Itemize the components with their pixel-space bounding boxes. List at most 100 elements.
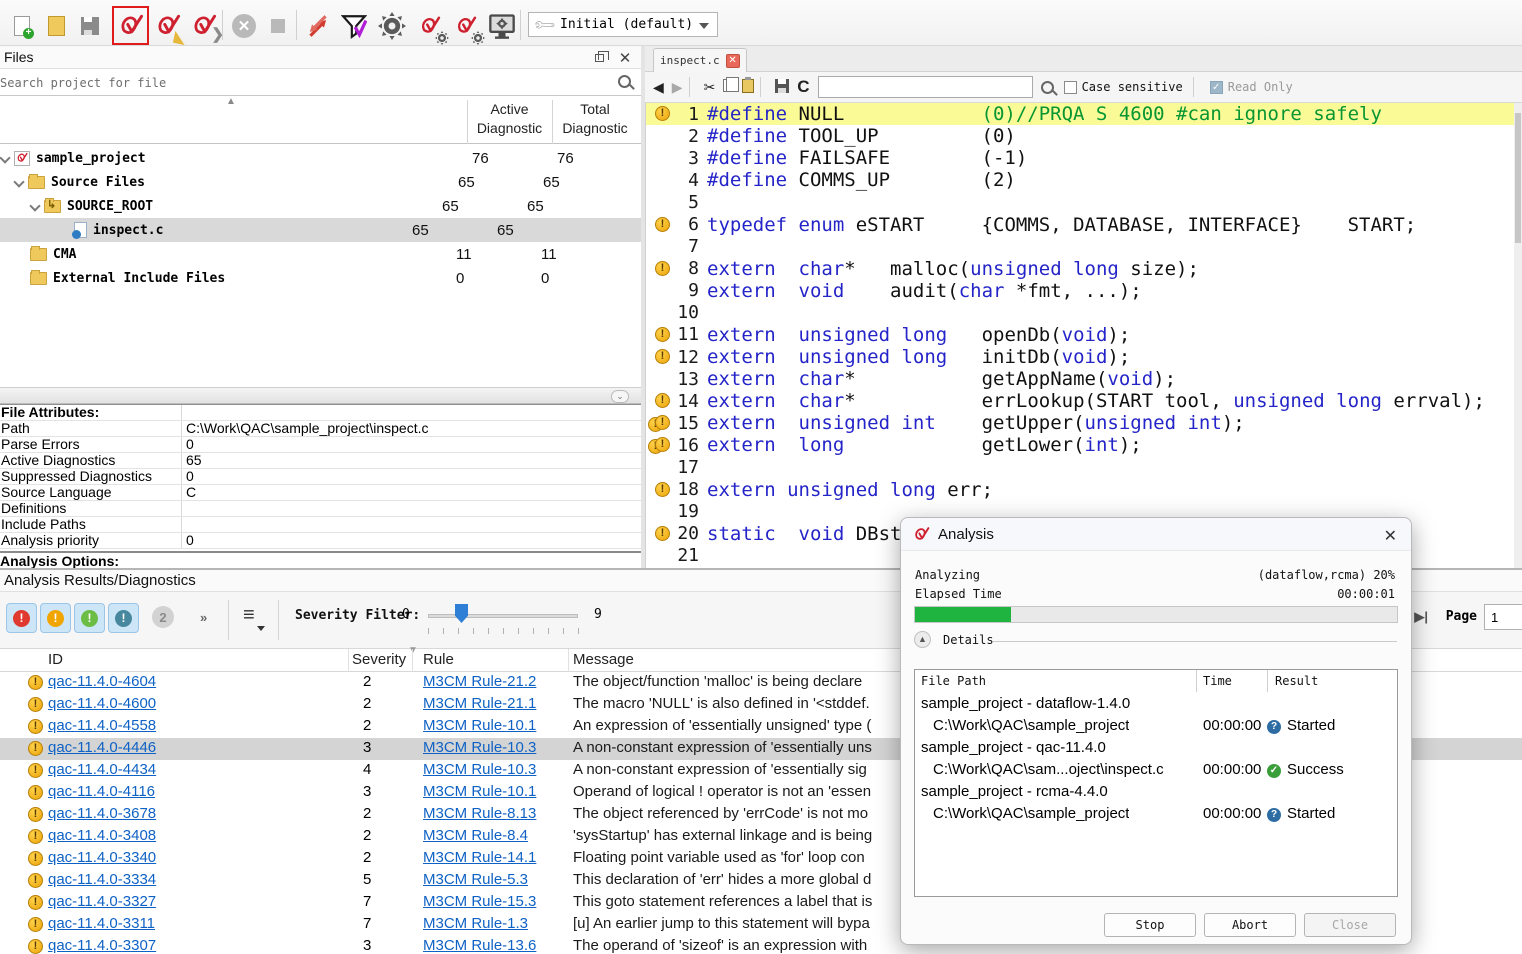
- close-panel-icon[interactable]: ✕: [617, 50, 633, 66]
- collapse-section-icon[interactable]: ⌄: [611, 390, 629, 403]
- diagnostic-warning-icon[interactable]: !: [646, 479, 673, 501]
- code-line-17[interactable]: 17: [646, 457, 1522, 479]
- clean-analyze-icon[interactable]: [152, 9, 184, 43]
- rule-link[interactable]: M3CM Rule-1.3: [423, 915, 565, 932]
- sync-icon[interactable]: [302, 9, 334, 43]
- code-line-9[interactable]: 9extern void audit(char *fmt, ...);: [646, 280, 1522, 302]
- analysis-gear-icon[interactable]: [414, 9, 446, 43]
- diagnostic-warning-icon[interactable]: !: [646, 390, 673, 412]
- rule-link[interactable]: M3CM Rule-21.1: [423, 695, 565, 712]
- diagnostic-id-link[interactable]: qac-11.4.0-4434: [48, 761, 348, 778]
- code-line-6[interactable]: !6typedef enum eSTART {COMMS, DATABASE, …: [646, 213, 1522, 235]
- diagnostic-warning-icon[interactable]: !!: [646, 412, 673, 434]
- diagnostic-id-link[interactable]: qac-11.4.0-3327: [48, 893, 348, 910]
- paste-icon[interactable]: [742, 79, 754, 96]
- panel-splitter[interactable]: ⌄: [0, 387, 641, 404]
- copy-icon[interactable]: [723, 79, 734, 95]
- details-group-row[interactable]: sample_project - qac-11.4.0: [915, 738, 1397, 760]
- column-active-diagnostics[interactable]: Active Diagnostic: [467, 100, 551, 148]
- code-area[interactable]: !1#define NULL (0)//PRQA S 4600 #can ign…: [645, 103, 1522, 568]
- column-severity[interactable]: Severity: [352, 651, 407, 671]
- attribute-value[interactable]: C:\Work\QAC\sample_project\inspect.c: [182, 421, 641, 436]
- save-icon[interactable]: [74, 9, 106, 43]
- diagnostic-id-link[interactable]: qac-11.4.0-3678: [48, 805, 348, 822]
- attribute-value[interactable]: 0: [182, 469, 641, 484]
- tree-item-sample-project[interactable]: sample_project7676: [0, 146, 641, 170]
- attribute-value[interactable]: [182, 501, 641, 516]
- search-icon[interactable]: [618, 75, 631, 88]
- find-search-icon[interactable]: [1041, 81, 1054, 94]
- float-panel-icon[interactable]: [591, 50, 607, 66]
- rule-link[interactable]: M3CM Rule-15.3: [423, 893, 565, 910]
- attribute-value[interactable]: 0: [182, 533, 641, 548]
- diagnostic-warning-icon[interactable]: !: [646, 103, 673, 125]
- expander-icon[interactable]: [30, 201, 40, 211]
- severity-slider-track[interactable]: [428, 614, 578, 618]
- rule-link[interactable]: M3CM Rule-8.4: [423, 827, 565, 844]
- code-line-12[interactable]: !12extern unsigned long initDb(void);: [646, 346, 1522, 368]
- cut-icon[interactable]: ✂: [704, 79, 716, 96]
- code-line-8[interactable]: !8extern char* malloc(unsigned long size…: [646, 258, 1522, 280]
- rule-link[interactable]: M3CM Rule-14.1: [423, 849, 565, 866]
- incremental-analyze-icon[interactable]: ❯: [188, 9, 220, 43]
- settings-gear-icon[interactable]: [376, 9, 408, 43]
- rule-link[interactable]: M3CM Rule-10.3: [423, 739, 565, 756]
- page-input[interactable]: [1484, 604, 1522, 630]
- code-line-15[interactable]: !!15extern unsigned int getUpper(unsigne…: [646, 412, 1522, 434]
- code-line-13[interactable]: 13extern char* getAppName(void);: [646, 368, 1522, 390]
- diagnostic-id-link[interactable]: qac-11.4.0-4600: [48, 695, 348, 712]
- diagnostic-warning-icon[interactable]: !: [646, 258, 673, 280]
- stop-button[interactable]: Stop: [1104, 913, 1196, 937]
- navigate-back-icon[interactable]: ◀: [653, 79, 664, 96]
- filter-icon[interactable]: [338, 9, 370, 43]
- reload-icon[interactable]: C: [797, 77, 809, 97]
- results-menu-icon[interactable]: ≡: [243, 604, 255, 627]
- tree-item-source-files[interactable]: Source Files6565: [0, 170, 641, 194]
- analyze-icon[interactable]: [115, 9, 147, 43]
- tree-item-inspect-c[interactable]: inspect.c6565: [0, 218, 641, 242]
- diagnostic-warning-icon[interactable]: !!: [646, 434, 673, 456]
- severity-error-toggle[interactable]: !: [6, 603, 37, 633]
- column-message[interactable]: Message: [573, 651, 873, 671]
- column-rule[interactable]: Rule: [423, 651, 568, 671]
- diagnostic-id-link[interactable]: qac-11.4.0-3307: [48, 937, 348, 954]
- diagnostic-id-link[interactable]: qac-11.4.0-3408: [48, 827, 348, 844]
- attribute-value[interactable]: 65: [182, 453, 641, 468]
- severity-warning-toggle[interactable]: !: [40, 603, 71, 633]
- code-line-10[interactable]: 10: [646, 302, 1522, 324]
- tree-item-cma[interactable]: CMA1111: [0, 242, 641, 266]
- case-sensitive-checkbox[interactable]: [1064, 81, 1077, 94]
- details-file-row[interactable]: C:\Work\QAC\sample_project00:00:00?Start…: [915, 804, 1397, 826]
- new-project-icon[interactable]: +: [6, 9, 38, 43]
- details-file-row[interactable]: C:\Work\QAC\sam...oject\inspect.c00:00:0…: [915, 760, 1397, 782]
- details-group-row[interactable]: sample_project - dataflow-1.4.0: [915, 694, 1397, 716]
- details-file-row[interactable]: C:\Work\QAC\sample_project00:00:00?Start…: [915, 716, 1397, 738]
- diagnostic-id-link[interactable]: qac-11.4.0-3334: [48, 871, 348, 888]
- editor-scrollbar[interactable]: [1514, 103, 1522, 568]
- rule-link[interactable]: M3CM Rule-10.1: [423, 717, 565, 734]
- close-tab-icon[interactable]: ✕: [726, 54, 740, 68]
- diagnostic-id-link[interactable]: qac-11.4.0-4604: [48, 673, 348, 690]
- read-only-checkbox[interactable]: ✓: [1210, 81, 1223, 94]
- expander-icon[interactable]: [0, 153, 10, 163]
- diagnostic-warning-icon[interactable]: !: [646, 324, 673, 346]
- open-icon[interactable]: [40, 9, 72, 43]
- tree-item-external-include-files[interactable]: External Include Files00: [0, 266, 641, 290]
- save-file-icon[interactable]: [775, 79, 789, 96]
- rule-link[interactable]: M3CM Rule-5.3: [423, 871, 565, 888]
- find-input[interactable]: [818, 76, 1033, 98]
- code-line-11[interactable]: !11extern unsigned long openDb(void);: [646, 324, 1522, 346]
- rule-link[interactable]: M3CM Rule-10.3: [423, 761, 565, 778]
- attribute-value[interactable]: C: [182, 485, 641, 500]
- abort-button[interactable]: Abort: [1204, 913, 1296, 937]
- analysis-config-icon[interactable]: [450, 9, 482, 43]
- attribute-value[interactable]: [182, 517, 641, 532]
- dialog-close-icon[interactable]: ✕: [1384, 526, 1397, 546]
- rule-link[interactable]: M3CM Rule-21.2: [423, 673, 565, 690]
- rule-link[interactable]: M3CM Rule-10.1: [423, 783, 565, 800]
- attribute-value[interactable]: 0: [182, 437, 641, 452]
- tab-inspect-c[interactable]: inspect.c ✕: [653, 48, 747, 72]
- code-line-16[interactable]: !!16extern long getLower(int);: [646, 434, 1522, 456]
- diagnostic-id-link[interactable]: qac-11.4.0-3340: [48, 849, 348, 866]
- code-line-7[interactable]: 7: [646, 236, 1522, 258]
